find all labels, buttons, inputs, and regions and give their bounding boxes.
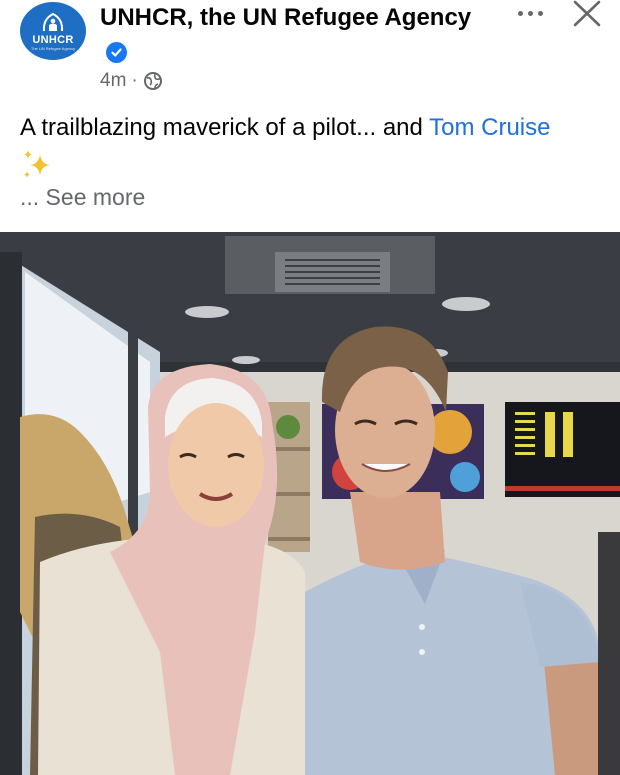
more-dot: [527, 10, 533, 16]
sparkles-icon: [24, 150, 50, 178]
caption-text: A trailblazing maverick of a pilot... an…: [20, 114, 430, 141]
avatar-brand-text: UNHCR: [32, 34, 74, 46]
post-caption: A trailblazing maverick of a pilot... an…: [20, 111, 610, 145]
post-meta: 4m ·: [100, 70, 163, 92]
avatar-subtitle: The UN Refugee Agency: [30, 46, 76, 51]
page-name-link[interactable]: UNHCR, the UN Refugee Agency: [100, 2, 490, 66]
close-icon[interactable]: [570, 0, 604, 28]
caption-mention-link[interactable]: Tom Cruise: [429, 114, 550, 141]
see-more-link[interactable]: ... See more: [20, 184, 145, 211]
more-options-button[interactable]: [510, 6, 550, 20]
unhcr-emblem-icon: [42, 12, 64, 32]
photo-illustration: [0, 232, 620, 775]
post-timestamp[interactable]: 4m: [100, 70, 126, 92]
verified-badge-icon: [106, 42, 127, 63]
post-header: UNHCR The UN Refugee Agency UNHCR, the U…: [0, 0, 620, 232]
page-name: UNHCR, the UN Refugee Agency: [100, 4, 472, 31]
page-avatar[interactable]: UNHCR The UN Refugee Agency: [20, 2, 86, 60]
meta-separator: ·: [131, 70, 138, 91]
post-photo[interactable]: [0, 232, 620, 775]
globe-icon: [143, 72, 162, 90]
more-dot: [517, 10, 523, 16]
more-dot: [537, 10, 543, 16]
